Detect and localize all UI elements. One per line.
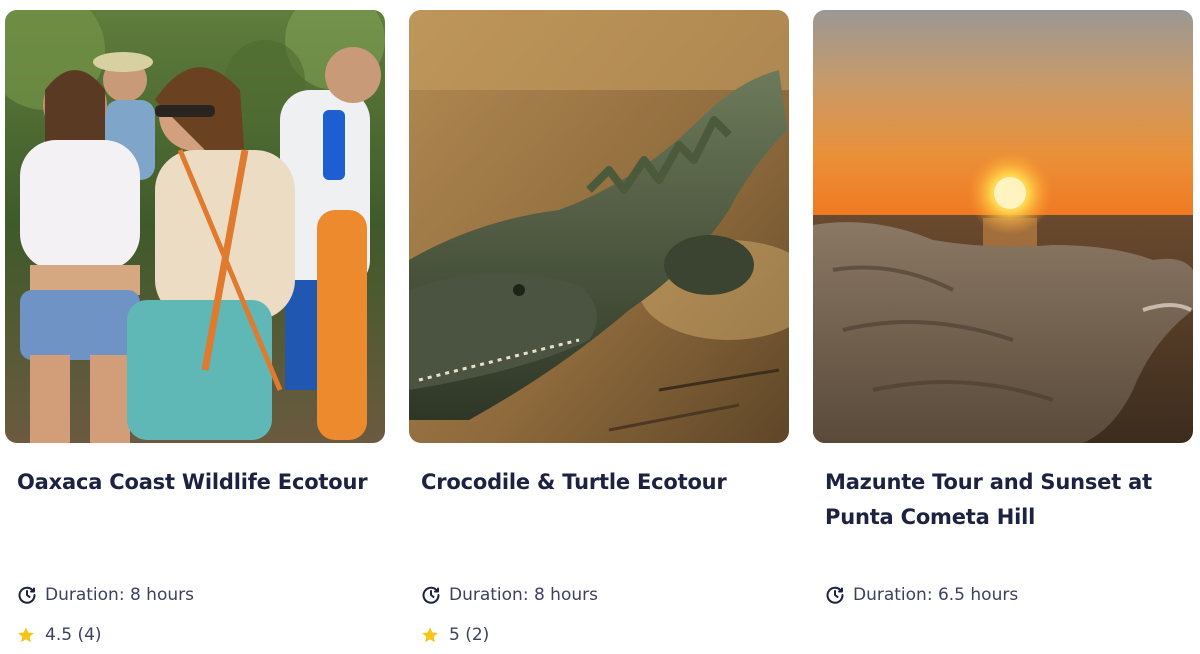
clock-icon	[825, 585, 845, 605]
clock-icon	[17, 585, 37, 605]
tour-title[interactable]: Mazunte Tour and Sunset at Punta Cometa …	[825, 465, 1185, 535]
duration-row: Duration: 8 hours	[421, 583, 598, 607]
duration-text: Duration: 8 hours	[449, 585, 598, 605]
tour-card-grid: Oaxaca Coast Wildlife Ecotour Duration: …	[0, 0, 1200, 654]
tour-title[interactable]: Crocodile & Turtle Ecotour	[421, 465, 781, 500]
tour-card-mazunte-sunset[interactable]: Mazunte Tour and Sunset at Punta Cometa …	[813, 10, 1193, 654]
star-icon	[421, 626, 439, 644]
rating-row: 5 (2)	[421, 623, 489, 647]
tour-title[interactable]: Oaxaca Coast Wildlife Ecotour	[17, 465, 377, 500]
duration-row: Duration: 8 hours	[17, 583, 194, 607]
sunset-photo	[813, 10, 1193, 443]
tour-card-crocodile-turtle[interactable]: Crocodile & Turtle Ecotour Duration: 8 h…	[409, 10, 789, 654]
tour-photo-group[interactable]	[5, 10, 385, 443]
tour-photo-sunset[interactable]	[813, 10, 1193, 443]
rating-text: 5 (2)	[449, 625, 490, 645]
rating-text: 4.5 (4)	[45, 625, 102, 645]
duration-text: Duration: 6.5 hours	[853, 585, 1019, 605]
tour-photo-crocodile[interactable]	[409, 10, 789, 443]
duration-row: Duration: 6.5 hours	[825, 583, 1018, 607]
rating-row: 4.5 (4)	[17, 623, 102, 647]
star-icon	[17, 626, 35, 644]
tour-group-photo	[5, 10, 385, 443]
tour-card-oaxaca-wildlife[interactable]: Oaxaca Coast Wildlife Ecotour Duration: …	[5, 10, 385, 654]
duration-text: Duration: 8 hours	[45, 585, 194, 605]
crocodile-photo	[409, 10, 789, 443]
clock-icon	[421, 585, 441, 605]
